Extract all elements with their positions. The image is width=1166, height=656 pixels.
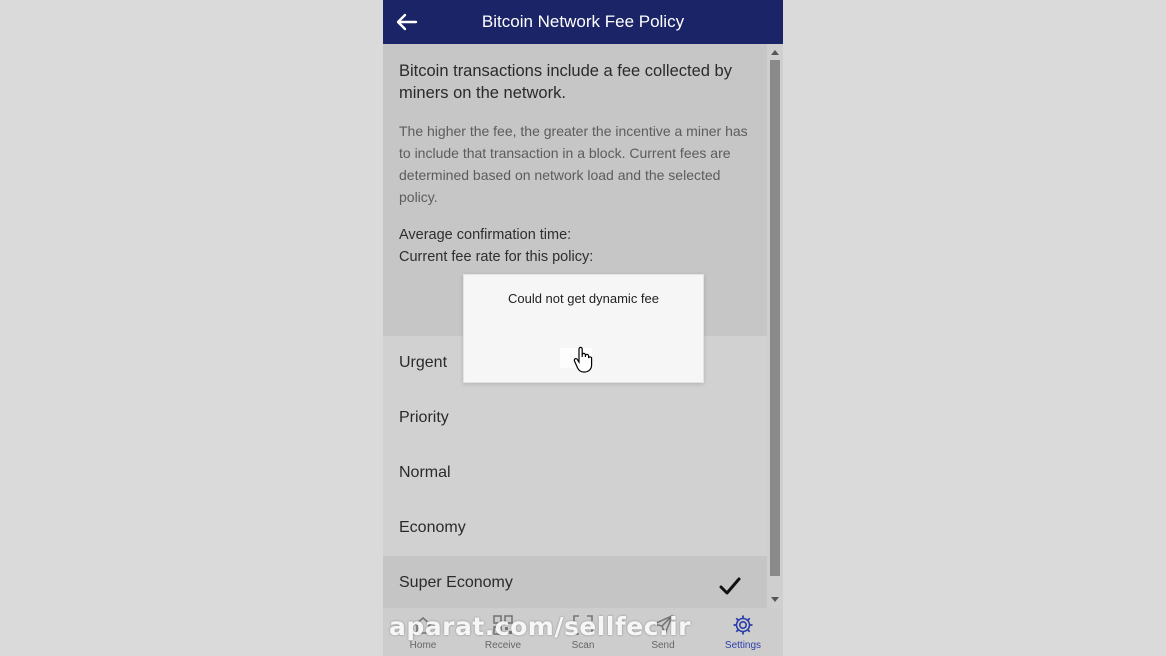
option-label: Normal [399,464,451,481]
vertical-scrollbar[interactable] [767,44,783,608]
nav-label: Settings [724,640,762,651]
nav-settings[interactable]: Settings [703,608,783,656]
nav-label: Send [651,640,675,651]
option-label: Economy [399,519,466,536]
app-header: Bitcoin Network Fee Policy [383,0,783,44]
scroll-down-arrow-icon[interactable] [771,597,779,602]
fee-rate-label: Current fee rate for this policy: [399,249,594,265]
avg-confirmation-label: Average confirmation time: [399,227,572,243]
scroll-thumb[interactable] [770,60,780,576]
nav-label: Home [409,640,437,651]
page-title: Bitcoin Network Fee Policy [481,12,685,31]
video-backdrop-right [783,0,1166,656]
option-label: Urgent [399,354,448,371]
hand-cursor-icon [573,346,593,373]
nav-label: Scan [571,640,595,651]
fee-description: The higher the fee, the greater the ince… [399,123,748,205]
option-super-economy[interactable]: Super Economy [383,556,767,611]
option-priority[interactable]: Priority [383,391,767,446]
option-label: Priority [399,409,449,426]
scroll-up-arrow-icon[interactable] [771,50,779,55]
checkmark-icon [719,577,741,595]
gear-icon [733,615,753,635]
option-label: Super Economy [399,574,513,591]
option-normal[interactable]: Normal [383,446,767,501]
video-watermark: aparat.com/sellfec.ir [389,612,691,641]
option-economy[interactable]: Economy [383,501,767,556]
fee-lead-text: Bitcoin transactions include a fee colle… [399,62,732,102]
nav-label: Receive [484,640,522,651]
dialog-message: Could not get dynamic fee [507,291,660,306]
video-backdrop-left [0,0,383,656]
